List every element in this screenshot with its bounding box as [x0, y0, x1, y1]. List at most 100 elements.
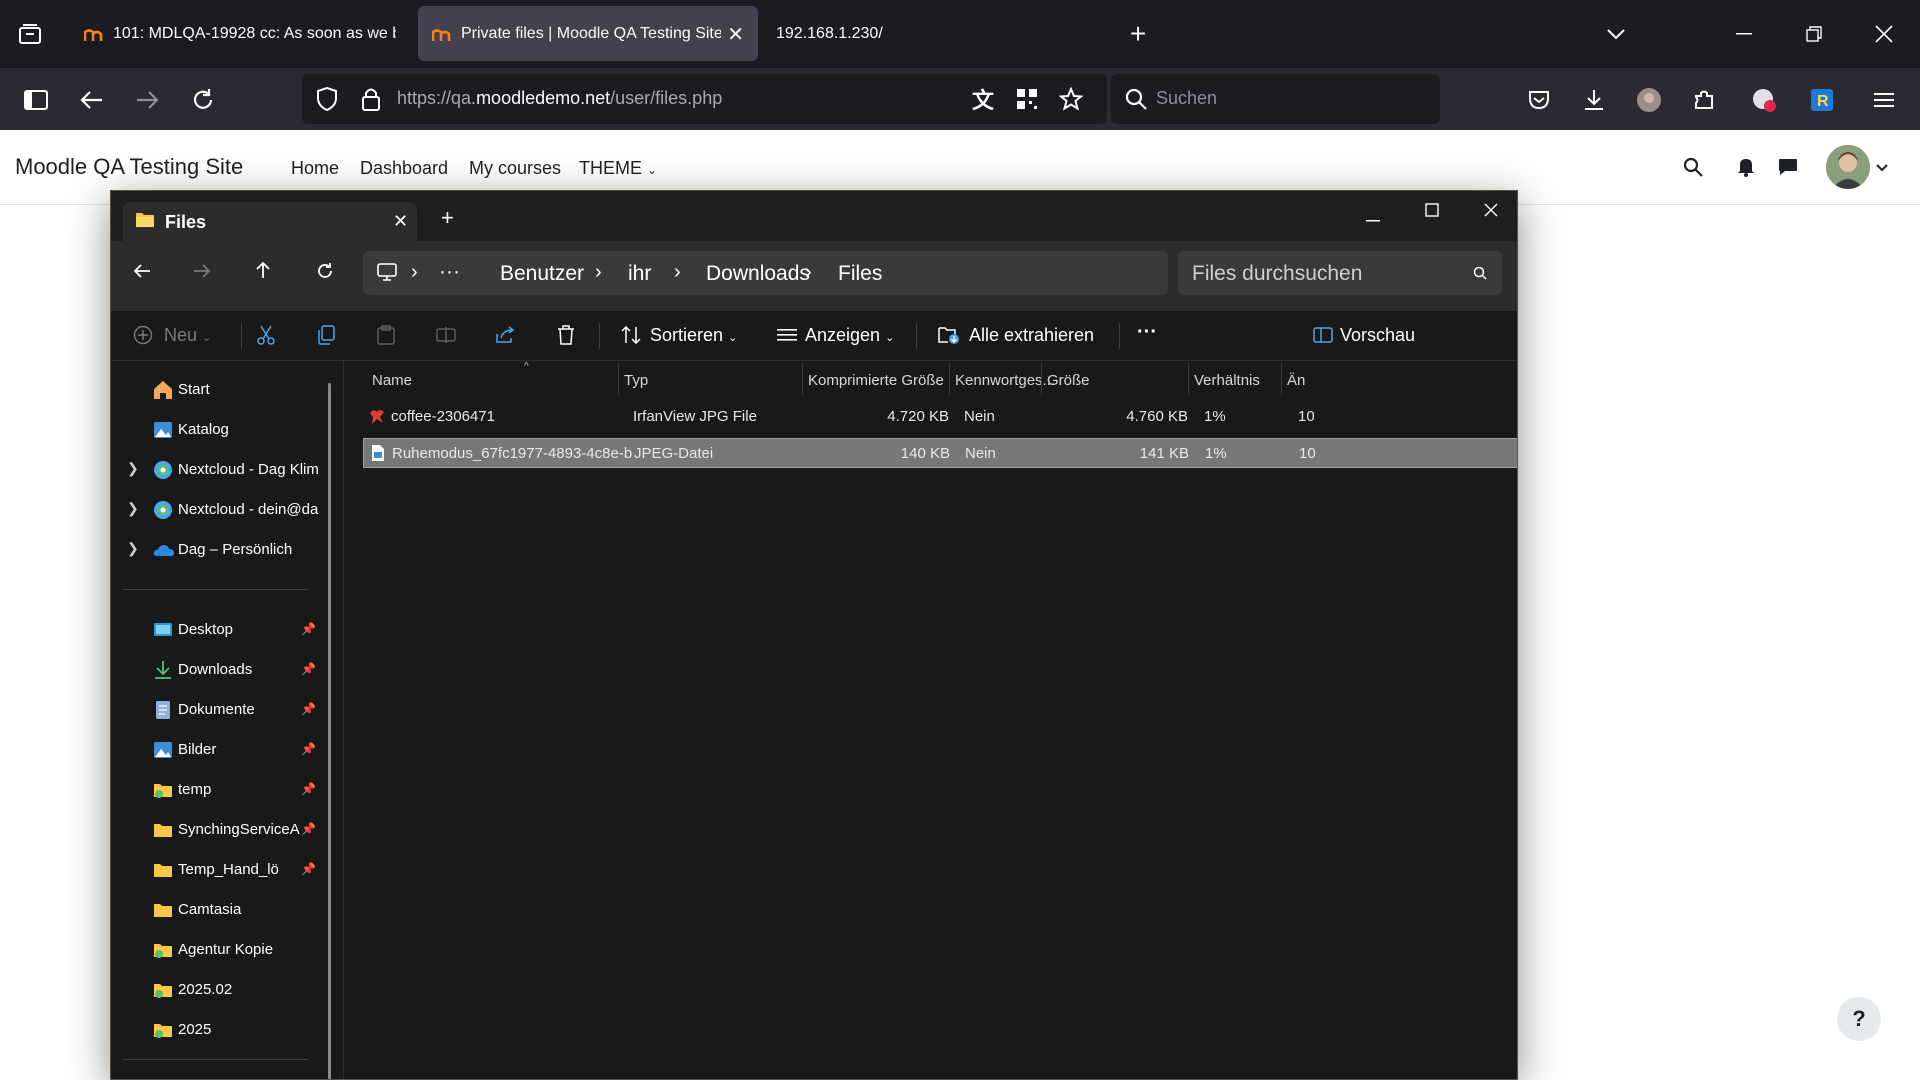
reload-icon[interactable] — [189, 86, 217, 114]
sidebar-item-nextcloud-2[interactable]: ❯ Nextcloud - dein@da — [111, 493, 326, 527]
sidebar-item-desktop[interactable]: Desktop 📌 — [111, 613, 326, 647]
cut-icon[interactable] — [254, 323, 278, 347]
breadcrumb-chevron-icon[interactable]: › — [595, 261, 602, 284]
tab-overview-icon[interactable] — [16, 20, 44, 48]
breadcrumb-chevron-icon[interactable]: › — [411, 261, 418, 284]
minimize-window-icon[interactable] — [1730, 20, 1758, 48]
user-avatar[interactable] — [1826, 145, 1870, 189]
browser-search-bar[interactable]: Suchen — [1111, 74, 1440, 124]
breadcrumb-item[interactable]: Downloads — [706, 262, 810, 286]
column-divider[interactable] — [618, 363, 619, 395]
column-divider[interactable] — [802, 363, 803, 395]
column-divider[interactable] — [949, 363, 950, 395]
downloads-icon[interactable] — [1580, 86, 1608, 114]
lock-icon[interactable] — [358, 86, 384, 112]
sidebar-item-2025-02[interactable]: 2025.02 — [111, 973, 326, 1007]
addon-r-icon[interactable]: R — [1808, 86, 1836, 114]
column-header-compressed-size[interactable]: Komprimierte Größe — [808, 372, 944, 389]
up-arrow-icon[interactable] — [255, 261, 271, 284]
breadcrumb-item[interactable]: Files — [838, 262, 882, 286]
column-header-name[interactable]: Name — [372, 372, 412, 389]
pin-icon[interactable]: 📌 — [301, 702, 316, 716]
tab-list-chevron-icon[interactable] — [1602, 20, 1630, 48]
navigation-pane-scrollbar[interactable] — [328, 383, 331, 1079]
share-icon[interactable] — [494, 323, 518, 347]
new-tab-icon[interactable]: + — [441, 205, 454, 231]
browser-tab-1[interactable]: 101: MDLQA-19928 cc: As soon as we beg — [70, 6, 410, 61]
sidebar-item-onedrive[interactable]: ❯ Dag – Persönlich — [111, 533, 326, 567]
url-text[interactable]: https://qa.moodledemo.net/user/files.php — [397, 88, 722, 109]
back-arrow-icon[interactable] — [133, 263, 151, 284]
close-window-icon[interactable] — [1870, 20, 1898, 48]
explorer-tab[interactable]: Files ✕ — [123, 202, 417, 241]
forward-arrow-icon[interactable] — [193, 263, 211, 284]
table-row[interactable]: coffee-2306471 IrfanView JPG File 4.720 … — [363, 402, 1517, 432]
column-divider[interactable] — [1041, 363, 1042, 395]
sidebar-item-katalog[interactable]: Katalog — [111, 413, 326, 447]
tracking-shield-icon[interactable] — [314, 86, 340, 112]
column-header-size[interactable]: Größe — [1047, 372, 1090, 389]
bookmark-star-icon[interactable] — [1058, 86, 1084, 112]
view-button[interactable]: Anzeigen ⌄ — [805, 325, 894, 346]
delete-trash-icon[interactable] — [554, 323, 578, 347]
sidebar-item-2025[interactable]: 2025 — [111, 1013, 326, 1047]
notification-bell-icon[interactable] — [1733, 154, 1759, 180]
sidebar-toggle-icon[interactable] — [22, 86, 50, 114]
chevron-right-icon[interactable]: ❯ — [127, 500, 139, 517]
extract-folder-icon[interactable] — [937, 323, 961, 347]
refresh-icon[interactable] — [316, 262, 334, 285]
pin-icon[interactable]: 📌 — [301, 622, 316, 636]
breadcrumb-more[interactable]: ··· — [439, 260, 460, 284]
search-icon[interactable] — [1680, 154, 1706, 180]
pin-icon[interactable]: 📌 — [301, 782, 316, 796]
breadcrumb-chevron-icon[interactable]: › — [805, 261, 812, 284]
more-options-button[interactable]: ··· — [1137, 321, 1157, 344]
table-row[interactable]: Ruhemodus_67fc1977-4893-4c8e-b4fd-2... J… — [363, 438, 1517, 468]
account-avatar-icon[interactable] — [1635, 86, 1663, 114]
pocket-icon[interactable] — [1525, 86, 1553, 114]
minimize-window-icon[interactable] — [1366, 209, 1380, 227]
maximize-window-icon[interactable] — [1425, 203, 1439, 222]
column-header-modified[interactable]: Än — [1287, 372, 1305, 389]
sidebar-item-temp-hand[interactable]: Temp_Hand_lö 📌 — [111, 853, 326, 887]
column-divider[interactable] — [1281, 363, 1282, 395]
breadcrumb-item[interactable]: ihr — [628, 262, 651, 286]
sidebar-item-downloads[interactable]: Downloads 📌 — [111, 653, 326, 687]
sidebar-item-nextcloud-1[interactable]: ❯ Nextcloud - Dag Klim — [111, 453, 326, 487]
forward-arrow-icon[interactable] — [133, 86, 161, 114]
column-header-ratio[interactable]: Verhältnis — [1194, 372, 1260, 389]
sidebar-item-camtasia[interactable]: Camtasia — [111, 893, 326, 927]
back-arrow-icon[interactable] — [78, 86, 106, 114]
sort-icon[interactable] — [619, 323, 643, 347]
sidebar-item-agentur[interactable]: Agentur Kopie — [111, 933, 326, 967]
qr-code-icon[interactable] — [1014, 86, 1040, 112]
paste-icon[interactable] — [374, 323, 398, 347]
sidebar-item-bilder[interactable]: Bilder 📌 — [111, 733, 326, 767]
sidebar-item-temp[interactable]: temp 📌 — [111, 773, 326, 807]
nav-dashboard[interactable]: Dashboard — [360, 158, 448, 179]
help-button[interactable]: ? — [1837, 997, 1881, 1041]
new-tab-icon[interactable]: + — [1124, 18, 1152, 49]
chevron-right-icon[interactable]: ❯ — [127, 460, 139, 477]
rename-icon[interactable] — [434, 323, 458, 347]
chevron-right-icon[interactable]: ❯ — [127, 540, 139, 557]
new-plus-icon[interactable] — [131, 323, 155, 347]
pin-icon[interactable]: 📌 — [301, 742, 316, 756]
preview-button[interactable]: Vorschau — [1340, 325, 1415, 346]
browser-tab-3[interactable]: 192.168.1.230/ — [762, 6, 1062, 61]
pin-icon[interactable]: 📌 — [301, 862, 316, 876]
breadcrumb-chevron-icon[interactable]: › — [674, 261, 681, 284]
nav-home[interactable]: Home — [291, 158, 339, 179]
close-window-icon[interactable] — [1484, 203, 1498, 222]
pin-icon[interactable]: 📌 — [301, 822, 316, 836]
pin-icon[interactable]: 📌 — [301, 662, 316, 676]
sort-button[interactable]: Sortieren ⌄ — [650, 325, 737, 346]
nav-my-courses[interactable]: My courses — [469, 158, 561, 179]
user-menu-chevron-icon[interactable] — [1874, 160, 1890, 176]
extract-all-button[interactable]: Alle extrahieren — [969, 325, 1094, 346]
url-bar[interactable]: https://qa.moodledemo.net/user/files.php… — [302, 74, 1107, 124]
nav-theme[interactable]: THEME ⌄ — [579, 158, 657, 179]
copy-icon[interactable] — [314, 323, 338, 347]
translate-icon[interactable]: 文 — [970, 86, 996, 113]
addon-blocker-icon[interactable] — [1750, 86, 1778, 114]
